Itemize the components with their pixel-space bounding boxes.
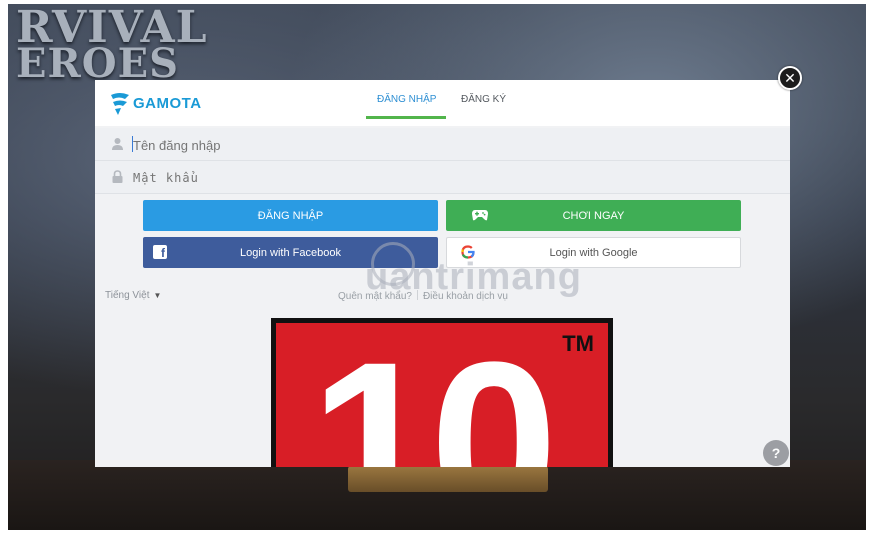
close-icon[interactable]: ✕	[778, 66, 802, 90]
watermark-logo-icon	[371, 242, 415, 286]
play-now-button[interactable]: CHƠI NGAY	[446, 200, 741, 231]
gamota-logo: GAMOTA	[109, 90, 202, 116]
forgot-password-link[interactable]: Quên mật khẩu?	[338, 291, 412, 302]
language-label: Tiếng Việt	[105, 290, 150, 301]
google-login-label: Login with Google	[549, 246, 638, 259]
password-input[interactable]	[133, 168, 633, 188]
lock-icon	[112, 170, 123, 183]
user-icon	[112, 138, 123, 150]
tab-login[interactable]: ĐĂNG NHẬP	[377, 94, 436, 105]
link-separator	[416, 290, 418, 300]
language-selector[interactable]: Tiếng Việt ▼	[105, 290, 161, 301]
login-modal: GAMOTA ĐĂNG NHẬP ĐĂNG KÝ ĐĂNG NHẬP CHƠI …	[95, 80, 790, 467]
google-icon	[461, 245, 475, 259]
play-now-label: CHƠI NGAY	[562, 209, 625, 222]
game-start-button	[348, 466, 548, 492]
age-rating-inner: TM 10	[276, 323, 608, 467]
terms-link[interactable]: Điều khoản dịch vụ	[423, 291, 508, 302]
tab-register[interactable]: ĐĂNG KÝ	[461, 94, 506, 105]
age-rating-badge: TM 10	[271, 318, 613, 467]
footer-links: Quên mật khẩu? Điều khoản dịch vụ	[338, 290, 508, 302]
gamota-logo-icon	[111, 93, 129, 115]
help-icon[interactable]: ?	[763, 440, 789, 466]
password-field-row	[95, 161, 790, 194]
login-button[interactable]: ĐĂNG NHẬP	[143, 200, 438, 231]
chevron-down-icon: ▼	[153, 291, 162, 300]
tab-active-indicator	[366, 116, 446, 119]
gamepad-icon	[472, 210, 488, 221]
age-rating-number: 10	[310, 323, 558, 468]
username-field-row	[95, 128, 790, 161]
username-input[interactable]	[133, 135, 633, 155]
facebook-icon: f	[153, 245, 167, 259]
game-title: RVIVAL EROES	[16, 6, 208, 87]
modal-header: GAMOTA ĐĂNG NHẬP ĐĂNG KÝ	[95, 80, 790, 126]
facebook-login-label: Login with Facebook	[240, 246, 341, 259]
game-title-line2: EROES	[16, 40, 179, 87]
google-login-button[interactable]: Login with Google	[446, 237, 741, 268]
trademark-label: TM	[562, 331, 594, 356]
gamota-logo-text: GAMOTA	[133, 94, 202, 112]
